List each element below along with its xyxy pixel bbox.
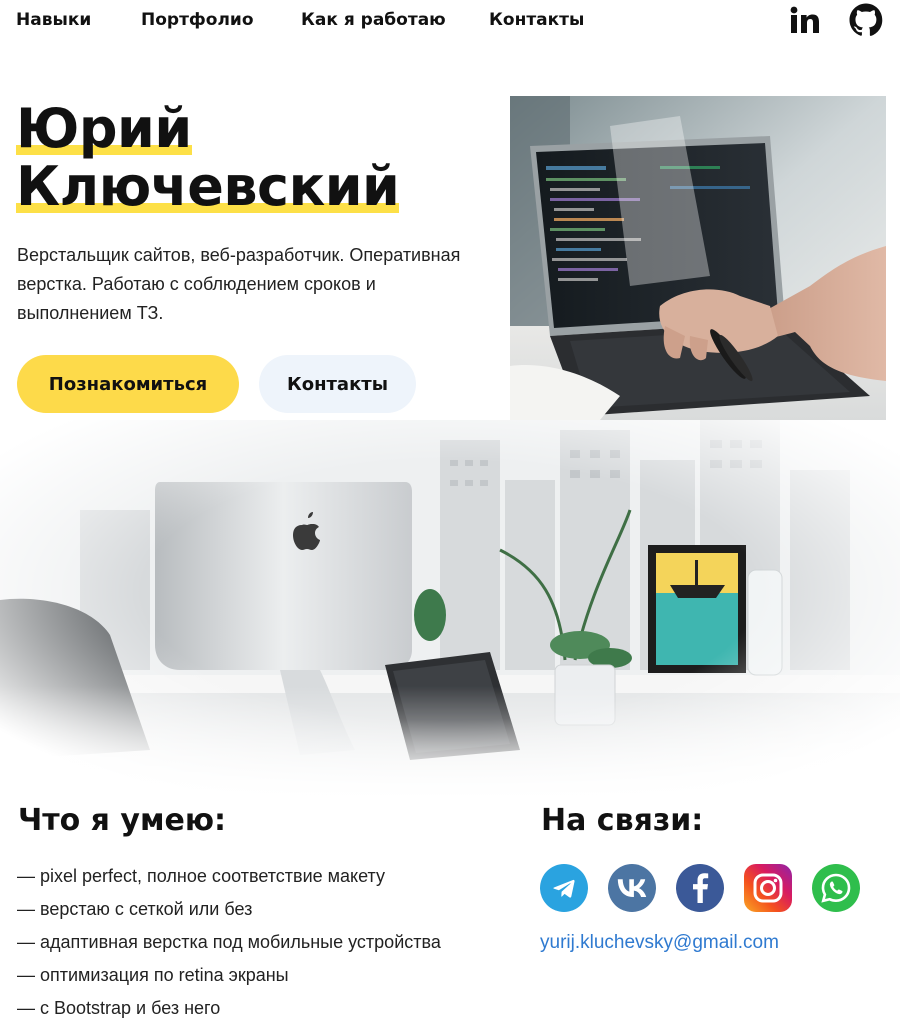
hero-name: Юрий Ключевский — [16, 97, 400, 218]
telegram-icon[interactable] — [540, 864, 588, 912]
contacts-title: На связи: — [541, 803, 704, 838]
facebook-icon[interactable] — [676, 864, 724, 912]
nav-link-contacts[interactable]: Контакты — [489, 10, 584, 30]
nav-link-how-i-work[interactable]: Как я работаю — [301, 10, 446, 30]
workspace-banner-photo — [0, 420, 900, 800]
skills-title: Что я умею: — [18, 803, 226, 838]
list-item: — с Bootstrap и без него — [17, 998, 221, 1018]
vk-icon[interactable] — [608, 864, 656, 912]
whatsapp-icon[interactable] — [812, 864, 860, 912]
contacts-button[interactable]: Контакты — [259, 355, 416, 413]
skills-list: — pixel perfect, полное соответствие мак… — [17, 862, 441, 1019]
list-item: — верстаю с сеткой или без — [17, 899, 253, 919]
messenger-links — [540, 864, 870, 912]
hero-name-first: Юрий — [16, 97, 192, 160]
top-nav: Навыки Портфолио Как я работаю Контакты — [0, 0, 900, 40]
list-item: — адаптивная верстка под мобильные устро… — [17, 932, 441, 952]
hero-name-last: Ключевский — [16, 155, 400, 218]
nav-link-portfolio[interactable]: Портфолио — [141, 10, 254, 30]
get-acquainted-button[interactable]: Познакомиться — [17, 355, 239, 413]
list-item: — оптимизация по retina экраны — [17, 965, 289, 985]
linkedin-icon[interactable] — [787, 2, 823, 38]
hero-description: Верстальщик сайтов, веб-разработчик. Опе… — [17, 245, 461, 323]
list-item: — pixel perfect, полное соответствие мак… — [17, 866, 385, 886]
nav-link-skills[interactable]: Навыки — [16, 10, 91, 30]
email-link[interactable]: yurij.kluchevsky@gmail.com — [540, 932, 779, 954]
hero-laptop-photo — [510, 96, 886, 420]
instagram-icon[interactable] — [744, 864, 792, 912]
github-icon[interactable] — [848, 2, 884, 38]
